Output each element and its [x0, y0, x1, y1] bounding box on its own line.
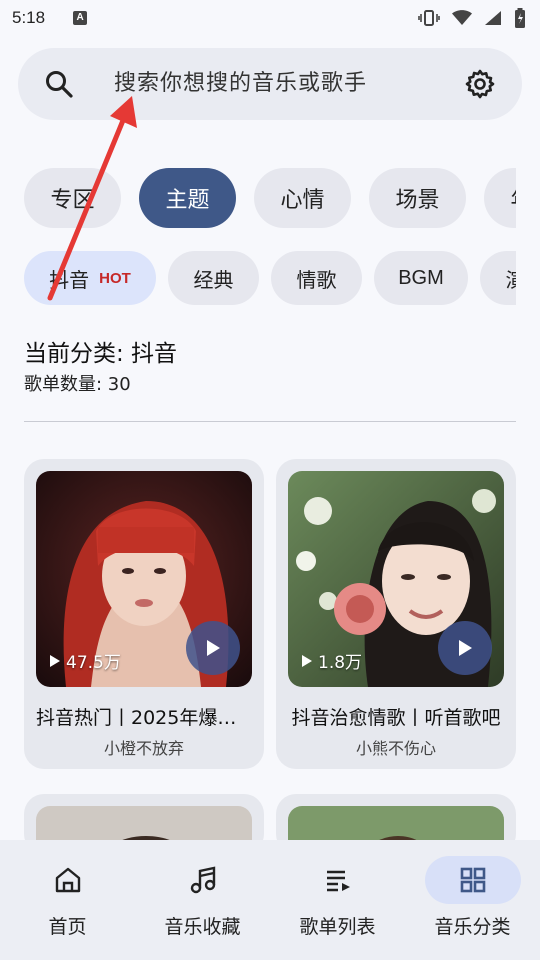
- subcategory-chip-label: 演唱: [505, 267, 517, 292]
- play-count-value: 47.5万: [66, 653, 121, 673]
- playlist-title: 抖音热门丨2025年爆款歌曲: [36, 707, 252, 729]
- search-input[interactable]: 搜索你想搜的音乐或歌手: [114, 48, 367, 120]
- nav-categories[interactable]: 音乐分类: [405, 840, 540, 960]
- subcategory-chip-classic[interactable]: 经典: [168, 251, 259, 305]
- home-icon: [55, 867, 80, 893]
- play-button[interactable]: [438, 621, 492, 675]
- playlist-cover-image[interactable]: 47.5万: [36, 471, 252, 687]
- playlist-cover-image[interactable]: 1.8万: [288, 471, 504, 687]
- current-category-label: 当前分类: 抖音: [24, 341, 178, 367]
- nav-icon-wrap: [155, 856, 251, 904]
- divider: [24, 421, 516, 422]
- category-chip-label: 年代: [510, 182, 516, 214]
- nav-label: 首页: [48, 916, 87, 938]
- bottom-nav: 首页 音乐收藏 歌单列表 音乐分类: [0, 840, 540, 960]
- category-chip-mood[interactable]: 心情: [254, 168, 351, 228]
- search-bar[interactable]: 搜索你想搜的音乐或歌手: [18, 48, 522, 120]
- play-icon: [207, 640, 220, 656]
- play-button[interactable]: [186, 621, 240, 675]
- subcategory-chip-label: 抖音: [49, 267, 90, 292]
- nav-favorites[interactable]: 音乐收藏: [135, 840, 270, 960]
- nav-label: 音乐分类: [434, 916, 511, 938]
- subcategory-chip-label: 经典: [193, 267, 234, 292]
- playlist-icon: [326, 870, 350, 892]
- grid-icon: [460, 867, 485, 893]
- nav-label: 歌单列表: [299, 916, 376, 938]
- category-chip-label: 主题: [165, 188, 210, 213]
- subcategory-chip-label: BGM: [398, 266, 444, 289]
- vibrate-icon: [418, 10, 440, 26]
- play-count: 1.8万: [302, 648, 362, 673]
- subcategory-tabs: 抖音 HOT 经典 情歌 BGM 演唱: [24, 251, 516, 307]
- wifi-icon: [452, 10, 472, 25]
- gear-icon[interactable]: [464, 68, 496, 100]
- notification-badge-icon: A: [73, 11, 88, 25]
- search-icon[interactable]: [44, 69, 74, 99]
- category-chip-label: 场景: [395, 188, 440, 213]
- battery-icon: [515, 8, 525, 28]
- playlist-card[interactable]: 1.8万 抖音治愈情歌丨听首歌吧 小熊不伤心: [276, 459, 516, 769]
- category-chip-theme[interactable]: 主题: [139, 168, 236, 228]
- category-chip-label: 心情: [280, 188, 325, 213]
- nav-label: 音乐收藏: [164, 916, 241, 938]
- category-chip-scene[interactable]: 场景: [369, 168, 466, 228]
- playlist-author: 小橙不放弃: [103, 739, 184, 758]
- subcategory-chip-live[interactable]: 演唱: [480, 251, 516, 305]
- status-bar: 5:18 A: [0, 0, 540, 36]
- playlist-card[interactable]: 47.5万 抖音热门丨2025年爆款歌曲 小橙不放弃: [24, 459, 264, 769]
- status-time: 5:18: [12, 8, 46, 27]
- music-note-icon: [190, 866, 215, 894]
- subcategory-chip-label: 情歌: [296, 267, 337, 292]
- subcategory-chip-douyin[interactable]: 抖音 HOT: [24, 251, 156, 305]
- play-small-icon: [50, 654, 60, 667]
- nav-playlists[interactable]: 歌单列表: [270, 840, 405, 960]
- subcategory-chip-love-songs[interactable]: 情歌: [271, 251, 362, 305]
- category-tabs: 专区 主题 心情 场景 年代: [24, 168, 516, 228]
- nav-icon-wrap: [424, 856, 521, 904]
- subcategory-chip-bgm[interactable]: BGM: [374, 251, 468, 305]
- category-chip-zone[interactable]: 专区: [24, 168, 121, 228]
- category-chip-era[interactable]: 年代: [484, 168, 516, 228]
- signal-icon: [485, 11, 501, 25]
- category-chip-label: 专区: [50, 188, 95, 213]
- hot-badge: HOT: [99, 269, 131, 287]
- playlist-count: 歌单数量: 30: [24, 374, 131, 395]
- playlist-author: 小熊不伤心: [355, 739, 436, 758]
- play-count-value: 1.8万: [318, 653, 363, 673]
- play-icon: [459, 640, 472, 656]
- playlist-title: 抖音治愈情歌丨听首歌吧: [291, 707, 501, 729]
- nav-home[interactable]: 首页: [0, 840, 135, 960]
- nav-icon-wrap: [290, 856, 386, 904]
- play-small-icon: [302, 654, 312, 667]
- nav-icon-wrap: [20, 856, 116, 904]
- play-count: 47.5万: [50, 648, 121, 673]
